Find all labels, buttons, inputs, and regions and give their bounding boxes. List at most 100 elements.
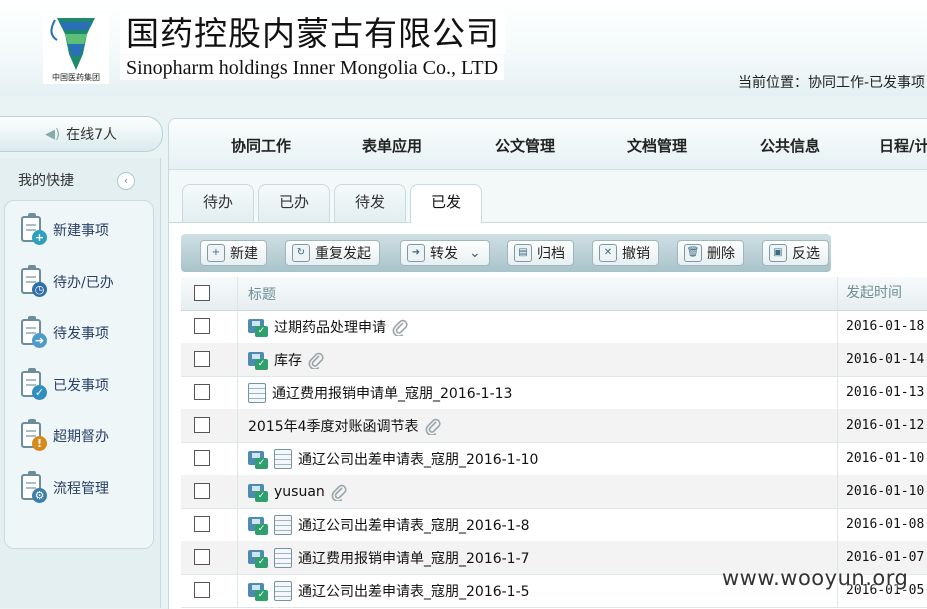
attachment-icon — [425, 417, 441, 436]
row-title[interactable]: 通辽费用报销申请单_寇朋_2016-1-7 — [298, 548, 530, 568]
delete-button[interactable]: 🗑 删除 — [677, 240, 744, 266]
invert-select-button[interactable]: ▣ 反选 — [762, 240, 829, 266]
company-name-en: Sinopharm holdings Inner Mongolia Co., L… — [120, 55, 505, 80]
row-checkbox[interactable] — [194, 483, 210, 499]
sent-icon: ✓ — [17, 367, 47, 402]
forward-button[interactable]: ➜ 转发 ⌄ — [400, 240, 490, 266]
archive-button[interactable]: ▤ 归档 — [507, 240, 574, 266]
row-title-cell[interactable]: 通辽费用报销申请单_寇朋_2016-1-13 — [238, 376, 836, 409]
form-icon — [248, 382, 266, 403]
resend-button[interactable]: ↻ 重复发起 — [285, 240, 380, 266]
table-row[interactable]: ✓ 通辽公司出差申请表_寇朋_2016-1-10 2016-01-10 — [181, 442, 927, 476]
resend-icon: ↻ — [292, 244, 310, 262]
row-checkbox[interactable] — [194, 516, 210, 532]
toolbar-label: 新建 — [230, 246, 258, 262]
row-title[interactable]: 库存 — [274, 350, 302, 370]
row-title[interactable]: 通辽公司出差申请表_寇朋_2016-1-10 — [298, 449, 538, 469]
row-date: 2016-01-18 — [837, 310, 927, 343]
online-users-indicator[interactable]: ◀) 在线7人 — [0, 116, 163, 152]
shortcut-label: 已发事项 — [53, 377, 109, 394]
sidebar: 我的快捷 ‹ + 新建事项 ◷ 待办/已办 ➜ 待发事项 ✓ 已发事项! 超期督办 ⚙ 流程管理 — [0, 158, 161, 608]
nav-item[interactable]: 公共信息 — [760, 135, 820, 156]
toolbar-label: 反选 — [792, 246, 820, 262]
revoke-button[interactable]: ✕ 撤销 — [592, 240, 659, 266]
sender-status-icon: ✓ — [248, 449, 268, 469]
sender-status-icon: ✓ — [248, 350, 268, 370]
tab-bar: 待办 已办 待发 已发 — [169, 170, 927, 223]
tab-3[interactable]: 已发 — [410, 184, 482, 223]
row-title-cell[interactable]: ✓ 通辽公司出差申请表_寇朋_2016-1-10 — [238, 442, 836, 475]
row-checkbox[interactable] — [194, 351, 210, 367]
select-all-checkbox[interactable] — [194, 285, 210, 301]
company-logo: 中国医药集团 — [43, 14, 109, 84]
shortcut-list: + 新建事项 ◷ 待办/已办 ➜ 待发事项 ✓ 已发事项 ! 超期督办 ⚙ 流程管理 — [4, 200, 154, 549]
row-checkbox[interactable] — [194, 549, 210, 565]
nav-item[interactable]: 日程/计 — [879, 135, 927, 156]
new-button[interactable]: + 新建 — [200, 240, 267, 266]
toolbar-label: 转发 — [430, 246, 458, 262]
row-checkbox[interactable] — [194, 384, 210, 400]
table-row[interactable]: ✓ yusuan 2016-01-10 — [181, 475, 927, 509]
nav-item[interactable]: 公文管理 — [495, 135, 555, 156]
table-row[interactable]: ✓ 通辽公司出差申请表_寇朋_2016-1-8 2016-01-08 — [181, 508, 927, 542]
shortcut-item[interactable]: ⚙ 流程管理 — [17, 470, 109, 505]
new-icon: + — [207, 244, 225, 262]
row-checkbox[interactable] — [194, 582, 210, 598]
row-title-cell[interactable]: ✓ yusuan — [238, 475, 836, 508]
tab-0[interactable]: 待办 — [182, 184, 254, 222]
online-count: 在线7人 — [66, 127, 117, 143]
shortcut-label: 超期督办 — [53, 429, 109, 445]
form-icon — [274, 547, 292, 568]
column-header-title[interactable]: 标题 — [238, 277, 836, 310]
row-title-cell[interactable]: ✓ 库存 — [238, 343, 836, 376]
company-name-cn: 国药控股内蒙古有限公司 — [120, 14, 506, 54]
row-title[interactable]: yusuan — [274, 484, 325, 500]
sender-status-icon: ✓ — [248, 515, 268, 535]
row-title[interactable]: 过期药品处理申请 — [274, 317, 386, 337]
table-row[interactable]: 通辽费用报销申请单_寇朋_2016-1-13 2016-01-13 — [181, 376, 927, 410]
nav-item[interactable]: 文档管理 — [627, 135, 687, 156]
tab-2[interactable]: 待发 — [334, 184, 406, 222]
row-checkbox[interactable] — [194, 318, 210, 334]
shortcut-item[interactable]: ✓ 已发事项 — [17, 367, 109, 402]
top-navigation: 协同工作 表单应用 公文管理 文档管理 公共信息 日程/计 — [169, 119, 927, 170]
row-checkbox[interactable] — [194, 417, 210, 433]
row-title-cell[interactable]: ✓ 过期药品处理申请 — [238, 310, 836, 343]
row-title[interactable]: 2015年4季度对账函调节表 — [248, 416, 419, 436]
logo-caption: 中国医药集团 — [52, 72, 100, 82]
shortcut-label: 新建事项 — [53, 223, 109, 239]
form-icon — [274, 448, 292, 469]
shortcut-label: 流程管理 — [53, 480, 109, 497]
column-header-date[interactable]: 发起时间 — [837, 277, 927, 310]
sender-status-icon: ✓ — [248, 482, 268, 502]
sender-status-icon: ✓ — [248, 581, 268, 601]
shortcut-item[interactable]: + 新建事项 — [17, 213, 109, 247]
row-title-cell[interactable]: ✓ 通辽公司出差申请表_寇朋_2016-1-8 — [238, 508, 836, 541]
tab-1[interactable]: 已办 — [258, 184, 330, 222]
shortcut-label: 待办/已办 — [53, 274, 114, 291]
sender-status-icon: ✓ — [248, 317, 268, 337]
row-checkbox[interactable] — [194, 450, 210, 466]
collapse-icon[interactable]: ‹ — [117, 172, 135, 190]
row-title-cell[interactable]: 2015年4季度对账函调节表 — [238, 409, 836, 442]
shortcut-item[interactable]: ◷ 待办/已办 — [17, 264, 114, 299]
table-header: 标题 发起时间 — [181, 277, 927, 311]
row-date: 2016-01-10 — [837, 442, 927, 475]
shortcut-item[interactable]: ! 超期督办 — [17, 419, 109, 453]
nav-item[interactable]: 表单应用 — [362, 135, 422, 156]
table-row[interactable]: 2015年4季度对账函调节表 2016-01-12 — [181, 409, 927, 443]
archive-icon: ▤ — [514, 244, 532, 262]
row-title[interactable]: 通辽公司出差申请表_寇朋_2016-1-8 — [298, 515, 530, 535]
row-title[interactable]: 通辽公司出差申请表_寇朋_2016-1-5 — [298, 581, 530, 601]
form-icon — [274, 514, 292, 535]
toolbar-label: 重复发起 — [315, 246, 371, 262]
table-row[interactable]: ✓ 库存 2016-01-14 — [181, 343, 927, 377]
toolbar-label: 撤销 — [622, 246, 650, 262]
row-title[interactable]: 通辽费用报销申请单_寇朋_2016-1-13 — [272, 383, 512, 403]
nav-item[interactable]: 协同工作 — [231, 135, 291, 156]
shortcut-label: 待发事项 — [53, 326, 109, 342]
attachment-icon — [392, 318, 408, 337]
shortcut-item[interactable]: ➜ 待发事项 — [17, 316, 109, 350]
forward-icon: ➜ — [407, 244, 425, 262]
table-row[interactable]: ✓ 过期药品处理申请 2016-01-18 — [181, 310, 927, 344]
